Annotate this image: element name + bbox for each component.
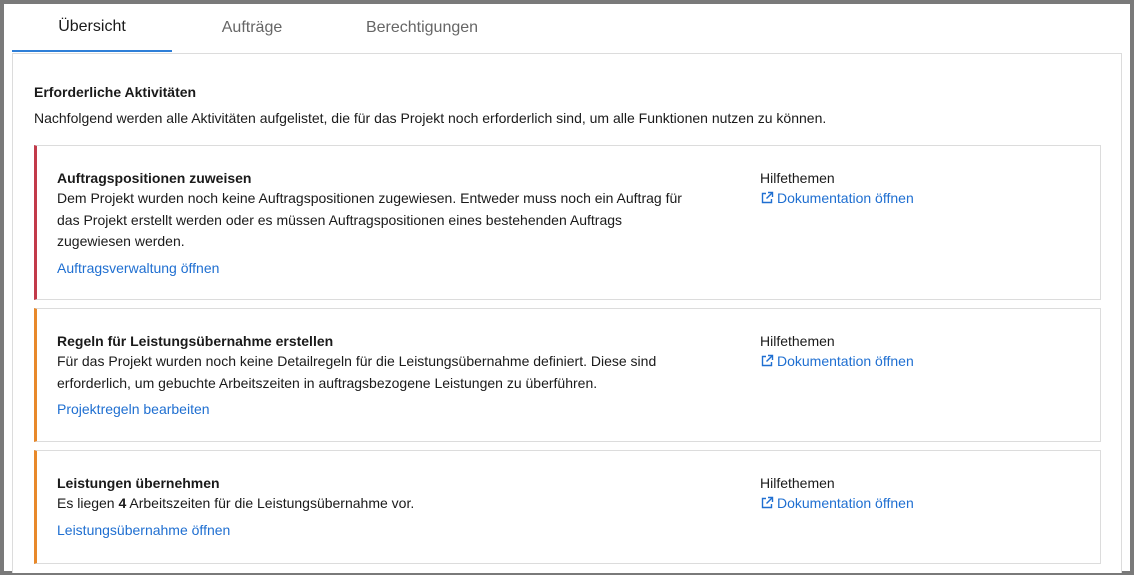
card-text-line: zugewiesen werden. <box>57 233 185 249</box>
card-content: Auftragspositionen zuweisen Dem Projekt … <box>57 169 737 278</box>
tab-bar: Übersicht Aufträge Berechtigungen <box>12 4 1122 54</box>
help-title: Hilfethemen <box>760 475 835 491</box>
help-topics: Hilfethemen Dokumentation öffnen <box>760 332 914 371</box>
card-text-line: Für das Projekt wurden noch keine Detail… <box>57 353 657 369</box>
documentation-link-label: Dokumentation öffnen <box>777 353 914 369</box>
leistungsuebernahme-link[interactable]: Leistungsübernahme öffnen <box>57 522 230 538</box>
tab-uebersicht[interactable]: Übersicht <box>12 4 172 52</box>
activity-card-auftragspositionen: Auftragspositionen zuweisen Dem Projekt … <box>34 145 1101 300</box>
external-link-icon <box>761 191 774 204</box>
projektregeln-link[interactable]: Projektregeln bearbeiten <box>57 401 210 417</box>
help-title: Hilfethemen <box>760 170 835 186</box>
card-text-line: erforderlich, um gebuchte Arbeitszeiten … <box>57 374 598 391</box>
tab-auftraege[interactable]: Aufträge <box>172 4 332 52</box>
card-text-suffix: Arbeitszeiten für die Leistungsübernahme… <box>126 495 415 511</box>
help-topics: Hilfethemen Dokumentation öffnen <box>760 474 914 513</box>
section-title: Erforderliche Aktivitäten <box>34 84 197 100</box>
documentation-link[interactable]: Dokumentation öffnen <box>760 353 914 369</box>
card-description: Für das Projekt wurden noch keine Detail… <box>57 351 737 394</box>
card-title: Auftragspositionen zuweisen <box>57 170 252 186</box>
card-text-line: das Projekt erstellt werden oder es müss… <box>57 211 623 228</box>
activity-card-leistungsregeln: Regeln für Leistungsübernahme erstellen … <box>34 308 1101 442</box>
section-description: Nachfolgend werden alle Aktivitäten aufg… <box>34 110 827 126</box>
documentation-link[interactable]: Dokumentation öffnen <box>760 190 914 206</box>
help-topics: Hilfethemen Dokumentation öffnen <box>760 169 914 208</box>
auftragsverwaltung-link[interactable]: Auftragsverwaltung öffnen <box>57 260 219 276</box>
external-link-icon <box>761 496 774 509</box>
external-link-icon <box>761 354 774 367</box>
card-description: Dem Projekt wurden noch keine Auftragspo… <box>57 188 737 253</box>
card-description: Es liegen 4 Arbeitszeiten für die Leistu… <box>57 493 737 515</box>
activity-card-leistungen-uebernehmen: Leistungen übernehmen Es liegen 4 Arbeit… <box>34 450 1101 564</box>
card-content: Leistungen übernehmen Es liegen 4 Arbeit… <box>57 474 737 540</box>
documentation-link[interactable]: Dokumentation öffnen <box>760 495 914 511</box>
documentation-link-label: Dokumentation öffnen <box>777 190 914 206</box>
overview-panel: Erforderliche Aktivitäten Nachfolgend we… <box>12 53 1122 573</box>
help-title: Hilfethemen <box>760 333 835 349</box>
card-content: Regeln für Leistungsübernahme erstellen … <box>57 332 737 419</box>
card-text-line: Dem Projekt wurden noch keine Auftragspo… <box>57 190 682 206</box>
documentation-link-label: Dokumentation öffnen <box>777 495 914 511</box>
card-text-prefix: Es liegen <box>57 495 119 511</box>
card-title: Leistungen übernehmen <box>57 475 220 491</box>
card-title: Regeln für Leistungsübernahme erstellen <box>57 333 334 349</box>
tab-berechtigungen[interactable]: Berechtigungen <box>332 4 512 52</box>
